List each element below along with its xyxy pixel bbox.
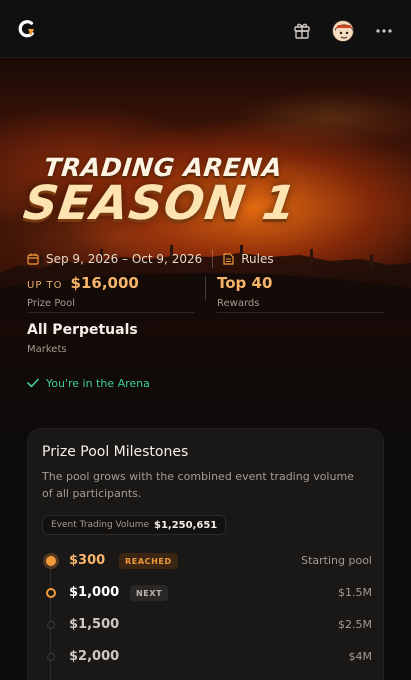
arena-status-text: You're in the Arena	[46, 376, 150, 390]
user-avatar[interactable]	[332, 20, 354, 42]
event-meta-row: Sep 9, 2026 – Oct 9, 2026 Rules	[27, 250, 274, 268]
milestone-threshold: $2.5M	[338, 618, 372, 631]
rewards-stat: Top 40 Rewards	[217, 274, 272, 309]
milestone-row: $1,500 $2.5M	[42, 613, 372, 637]
rewards-label: Rewards	[217, 298, 260, 309]
calendar-icon	[27, 253, 39, 265]
app-logo-icon[interactable]	[17, 19, 37, 39]
avatar-face-icon	[333, 21, 353, 41]
prize-pool-stat: UP TO $16,000 Prize Pool	[27, 274, 139, 309]
milestone-row: $1,000 NEXT $1.5M	[42, 581, 372, 605]
hero-banner: TRADING ARENA SEASON 1 Sep 9, 2026 – Oct…	[0, 58, 411, 438]
event-date-range: Sep 9, 2026 – Oct 9, 2026	[46, 252, 203, 266]
arena-status: You're in the Arena	[27, 375, 150, 391]
gift-icon[interactable]	[293, 21, 311, 39]
milestone-reached-dot	[46, 556, 56, 566]
milestone-row: $2,000 $4M	[42, 645, 372, 669]
milestone-badge-next: NEXT	[130, 585, 169, 601]
stat-divider-left	[27, 312, 194, 313]
markets-stat: All Perpetuals Markets	[27, 322, 138, 355]
document-icon[interactable]	[223, 253, 234, 265]
milestone-threshold: Starting pool	[301, 554, 372, 567]
prize-pool-value: $16,000	[70, 274, 139, 292]
more-horizontal-icon[interactable]	[375, 28, 393, 34]
rules-link[interactable]: Rules	[241, 252, 273, 266]
milestone-amount: $2,000	[69, 649, 120, 664]
markets-value: All Perpetuals	[27, 322, 138, 338]
milestones-title: Prize Pool Milestones	[42, 444, 189, 460]
stat-divider-right	[217, 312, 384, 313]
top-bar	[0, 0, 411, 58]
check-icon	[27, 378, 39, 388]
markets-label: Markets	[27, 344, 67, 355]
stat-vertical-divider	[205, 276, 206, 300]
milestone-badge-reached: REACHED	[119, 553, 178, 569]
hero-title-line2: SEASON 1	[20, 176, 301, 231]
milestone-next-dot	[46, 588, 56, 598]
meta-divider	[212, 250, 214, 268]
milestone-threshold: $4M	[348, 650, 373, 663]
event-volume-value: $1,250,651	[154, 519, 218, 531]
milestone-future-dot	[47, 621, 55, 629]
milestone-amount: $1,000	[69, 585, 120, 600]
milestone-future-dot	[47, 653, 55, 661]
milestone-row: $300 REACHED Starting pool	[42, 549, 372, 573]
prize-pool-label: Prize Pool	[27, 298, 76, 309]
event-volume-label: Event Trading Volume	[51, 520, 149, 530]
milestone-amount: $300	[69, 553, 106, 568]
milestone-amount: $1,500	[69, 617, 120, 632]
milestones-description: The pool grows with the combined event t…	[42, 470, 354, 500]
milestone-threshold: $1.5M	[338, 586, 372, 599]
top-rank-value: Top 40	[217, 274, 273, 292]
event-volume-pill: Event Trading Volume $1,250,651	[42, 515, 227, 535]
up-to-label: UP TO	[27, 280, 63, 291]
prize-pool-milestones-card: Prize Pool Milestones The pool grows wit…	[27, 428, 384, 680]
